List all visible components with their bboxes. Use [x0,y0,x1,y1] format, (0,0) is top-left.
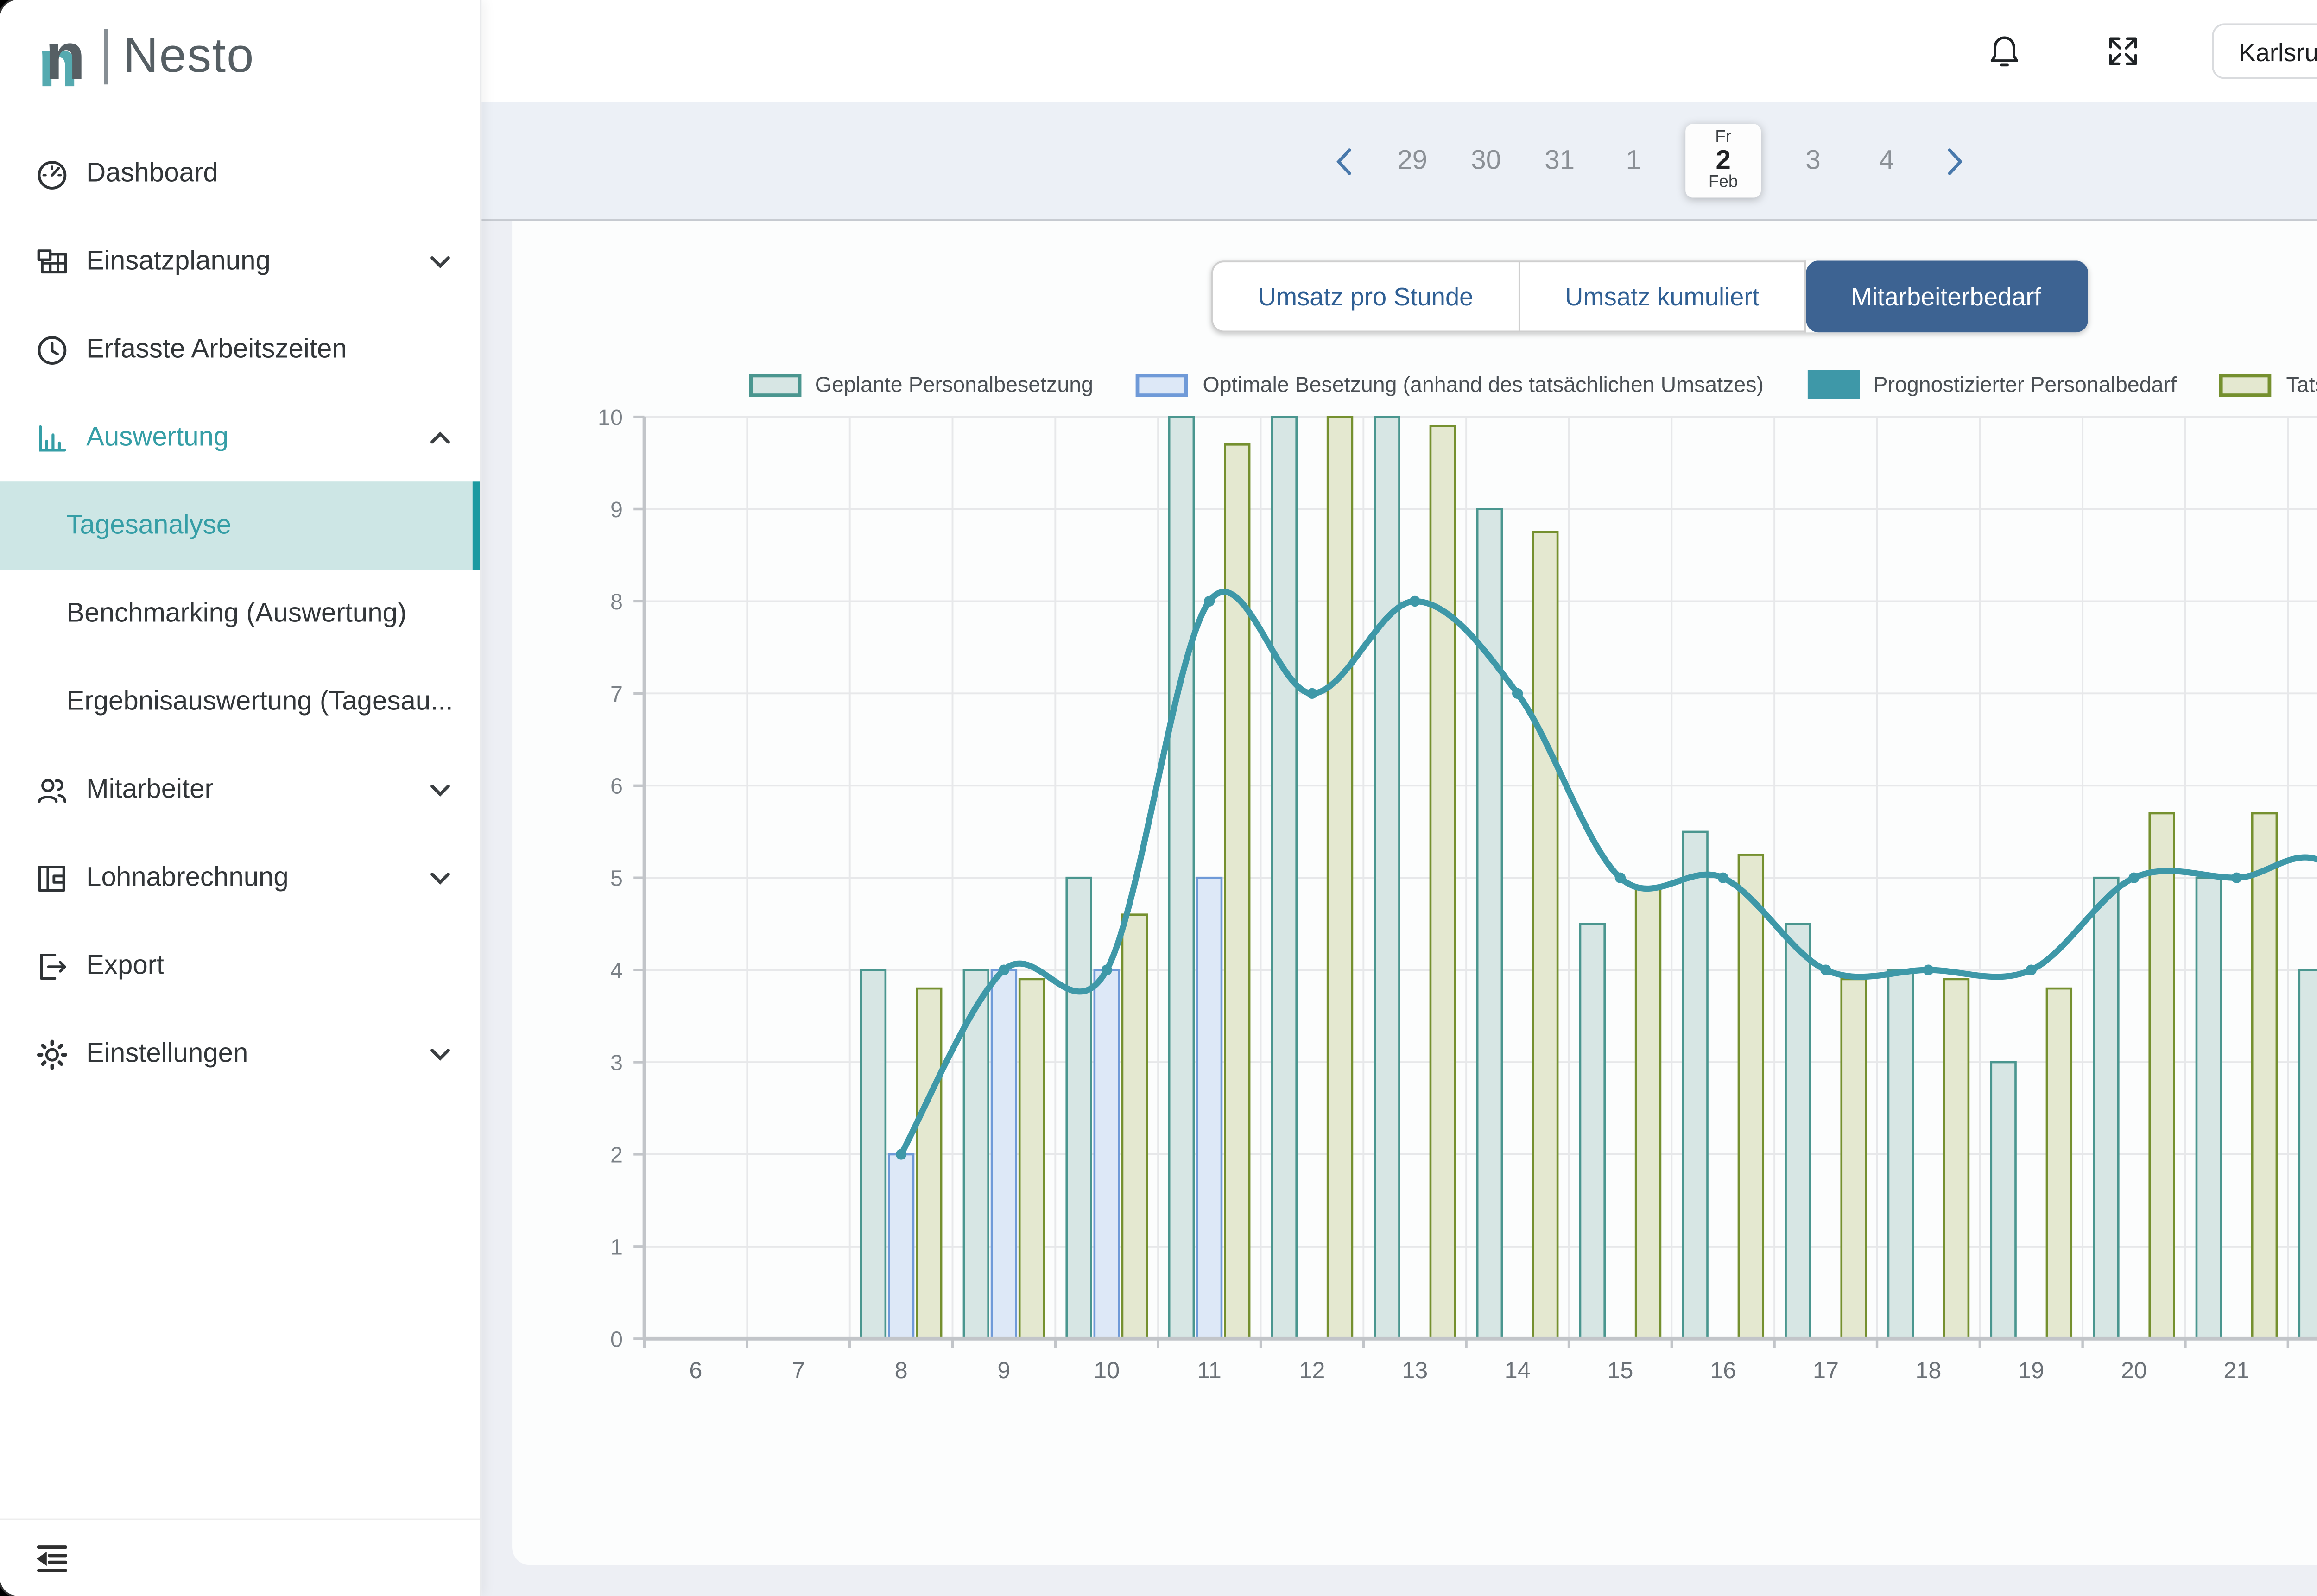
date-option[interactable]: 30 [1461,146,1511,176]
sidebar-item-einsatzplanung[interactable]: Einsatzplanung [0,217,480,305]
speedometer-icon [36,157,69,190]
sidebar-item-label: Tagesanalyse [66,510,231,541]
export-icon [36,950,69,982]
notifications-bell-icon[interactable] [1988,0,2022,102]
next-day-chevron-icon[interactable] [1935,146,1975,175]
sidebar-item-label: Mitarbeiter [86,774,214,805]
legend-swatch [1807,370,1859,399]
legend-swatch [2220,373,2272,396]
sidebar-footer [0,1519,480,1596]
sidebar-nav: Dashboard Einsatzplanung Erfasste Arbeit… [0,129,480,1098]
gear-icon [36,1038,69,1070]
date-option[interactable]: 4 [1861,146,1912,176]
sidebar-item-benchmarking[interactable]: Benchmarking (Auswertung) [0,570,480,658]
sidebar-item-lohnabrechnung[interactable]: Lohnabrechnung [0,834,480,922]
prev-day-chevron-icon[interactable] [1324,146,1364,175]
legend-label: Optimale Besetzung (anhand des tatsächli… [1203,372,1764,397]
app-window: nn Nesto Dashboard Einsatzplanung [0,0,2317,1596]
legend-label: Tatsächliche Personalbesetzung [2286,372,2317,397]
legend-swatch [748,373,800,396]
sidebar-item-label: Export [86,950,164,981]
selected-date[interactable]: Fr 2 Feb [1685,124,1761,198]
date-option[interactable]: 29 [1387,146,1438,176]
collapse-sidebar-icon[interactable] [36,1543,69,1573]
selected-date-weekday: Fr [1715,129,1731,147]
date-option[interactable]: 3 [1788,146,1838,176]
people-icon [36,773,69,806]
location-selector-value: Karlsruhe [2239,37,2317,65]
chevron-down-icon [430,254,451,269]
tab-umsatz-pro-stunde[interactable]: Umsatz pro Stunde [1211,260,1520,332]
sidebar-item-label: Lohnabrechnung [86,862,289,893]
clock-icon [36,333,69,366]
chevron-up-icon [430,431,451,445]
sidebar-item-erfasste-arbeitszeiten[interactable]: Erfasste Arbeitszeiten [0,305,480,393]
chart-legend: Geplante Personalbesetzung Optimale Bese… [643,370,2317,399]
legend-label: Geplante Personalbesetzung [815,372,1093,397]
chevron-down-icon [430,783,451,797]
legend-item-prognostizierter-personalbedarf[interactable]: Prognostizierter Personalbedarf [1807,370,2177,399]
planning-grid-icon [36,245,69,278]
sidebar-item-label: Einstellungen [86,1039,248,1069]
date-navigation-band: 29 30 31 1 Fr 2 Feb 3 4 [481,102,2317,221]
selected-date-month: Feb [1709,175,1738,193]
main-area: Karlsruhe 29 30 31 1 Fr 2 Feb [481,0,2317,1596]
logo-mark: nn [45,22,86,89]
legend-label: Prognostizierter Personalbedarf [1874,372,2177,397]
chevron-down-icon [430,1047,451,1061]
selected-date-day: 2 [1716,147,1730,175]
sidebar-item-mitarbeiter[interactable]: Mitarbeiter [0,746,480,834]
chevron-down-icon [430,871,451,885]
fullscreen-expand-icon[interactable] [2108,0,2138,102]
sidebar: nn Nesto Dashboard Einsatzplanung [0,0,481,1596]
sidebar-item-label: Benchmarking (Auswertung) [66,598,406,629]
sidebar-item-auswertung[interactable]: Auswertung [0,393,480,481]
sidebar-item-label: Einsatzplanung [86,246,271,277]
sidebar-item-einstellungen[interactable]: Einstellungen [0,1010,480,1098]
sidebar-item-label: Auswertung [86,422,228,453]
sidebar-item-label: Dashboard [86,158,218,189]
legend-item-tatsaechliche-personalbesetzung[interactable]: Tatsächliche Personalbesetzung [2220,370,2317,399]
view-tabs: Umsatz pro Stunde Umsatz kumuliert Mitar… [1211,260,2088,332]
date-navigation: 29 30 31 1 Fr 2 Feb 3 4 [1324,124,1975,198]
legend-item-optimale-besetzung[interactable]: Optimale Besetzung (anhand des tatsächli… [1136,370,1764,399]
sidebar-item-dashboard[interactable]: Dashboard [0,129,480,217]
sidebar-item-export[interactable]: Export [0,922,480,1010]
date-option[interactable]: 31 [1534,146,1585,176]
sidebar-item-label: Erfasste Arbeitszeiten [86,334,347,365]
date-option[interactable]: 1 [1608,146,1659,176]
app-logo: nn Nesto [0,0,480,111]
sidebar-item-ergebnisauswertung[interactable]: Ergebnisauswertung (Tagesau... [0,658,480,746]
logo-name: Nesto [123,28,254,83]
sidebar-item-label: Ergebnisauswertung (Tagesau... [66,686,453,717]
sidebar-item-tagesanalyse[interactable]: Tagesanalyse [0,481,480,570]
location-selector[interactable]: Karlsruhe [2212,23,2317,79]
bar-chart-icon [36,421,69,454]
logo-divider [103,28,107,83]
legend-item-geplante-personalbesetzung[interactable]: Geplante Personalbesetzung [748,370,1093,399]
topbar: Karlsruhe [481,0,2317,102]
tab-umsatz-kumuliert[interactable]: Umsatz kumuliert [1520,260,1806,332]
chart-card [512,221,2317,1565]
tab-mitarbeiterbedarf[interactable]: Mitarbeiterbedarf [1806,260,2088,332]
legend-swatch [1136,373,1188,396]
wallet-icon [36,861,69,894]
content-area [481,221,2317,1596]
